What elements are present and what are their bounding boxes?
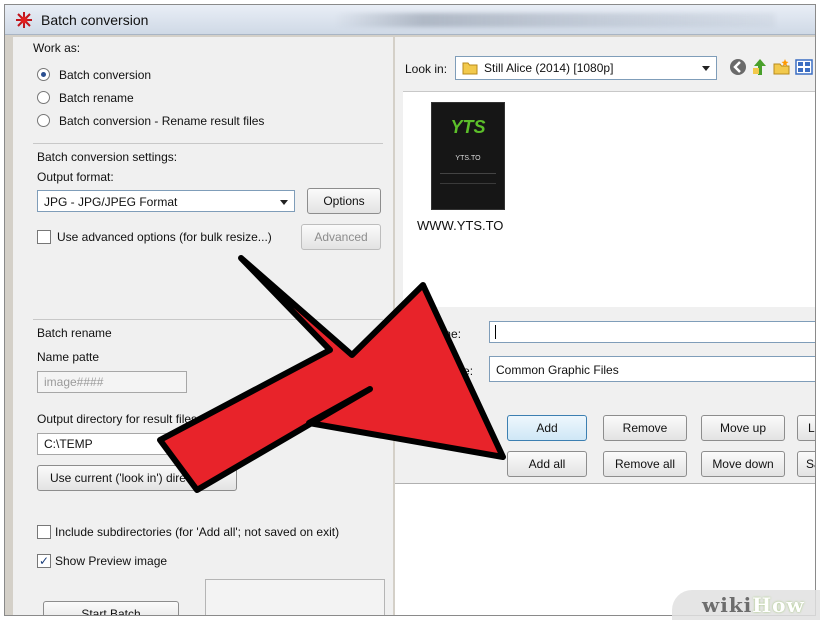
output-directory-label: Output directory for result files: bbox=[37, 412, 201, 426]
output-format-label: Output format: bbox=[37, 170, 114, 184]
file-name-label: File name: bbox=[405, 327, 462, 341]
options-button[interactable]: Options bbox=[307, 188, 381, 214]
files-of-type-label: Files of type: bbox=[405, 364, 474, 378]
yts-sub-label: YTS.TO bbox=[455, 155, 481, 162]
file-view-area[interactable]: YTS YTS.TO WWW.YTS.TO bbox=[403, 91, 815, 307]
file-thumbnail[interactable]: YTS YTS.TO bbox=[431, 102, 505, 210]
watermark-text: wikiHow bbox=[702, 593, 805, 617]
hidden-button[interactable] bbox=[421, 415, 481, 441]
files-of-type-value: Common Graphic Files bbox=[496, 363, 619, 377]
look-in-value: Still Alice (2014) [1080p] bbox=[484, 61, 614, 75]
view-menu-icon[interactable] bbox=[795, 58, 813, 76]
new-folder-icon[interactable] bbox=[773, 58, 791, 76]
add-all-button[interactable]: Add all bbox=[507, 451, 587, 477]
save-button[interactable]: Sav bbox=[797, 451, 815, 477]
window-title: Batch conversion bbox=[41, 12, 149, 28]
look-in-label: Look in: bbox=[405, 62, 448, 76]
show-preview-checkbox[interactable]: ✓ bbox=[37, 554, 51, 568]
name-pattern-input[interactable]: image#### bbox=[37, 371, 187, 393]
advanced-options-label: Use advanced options (for bulk resize...… bbox=[57, 230, 272, 244]
divider bbox=[33, 319, 383, 320]
folder-icon bbox=[462, 62, 478, 75]
thumb-line bbox=[440, 183, 496, 184]
divider bbox=[33, 143, 383, 144]
watermark-wiki: wiki bbox=[702, 593, 753, 617]
show-preview-label: Show Preview image bbox=[55, 554, 168, 568]
work-as-label: Work as: bbox=[33, 41, 81, 55]
file-item-name[interactable]: WWW.YTS.TO bbox=[417, 218, 503, 233]
preview-image-box bbox=[205, 579, 385, 615]
batch-conversion-window: Batch conversion Work as: Batch conversi… bbox=[4, 4, 816, 616]
back-icon[interactable] bbox=[729, 58, 747, 76]
files-of-type-select[interactable]: Common Graphic Files bbox=[489, 356, 815, 382]
text-cursor bbox=[495, 325, 496, 339]
chevron-down-icon bbox=[280, 200, 288, 205]
batch-rename-label: Batch rename bbox=[37, 326, 112, 340]
wikihow-watermark: wikiHow bbox=[672, 590, 820, 620]
remove-button[interactable]: Remove bbox=[603, 415, 687, 441]
use-current-directory-button[interactable]: Use current ('look in') direct bbox=[37, 465, 237, 491]
output-format-value: JPG - JPG/JPEG Format bbox=[44, 195, 178, 209]
app-logo-icon bbox=[16, 12, 32, 28]
start-batch-button[interactable]: Start Batch bbox=[43, 601, 179, 615]
output-format-select[interactable]: JPG - JPG/JPEG Format bbox=[37, 190, 295, 212]
radio-batch-conversion[interactable] bbox=[37, 68, 50, 81]
radio-batch-rename-label: Batch rename bbox=[59, 91, 134, 105]
file-browser-pane: Look in: Still Alice (2014) [1080p] YTS … bbox=[395, 37, 815, 615]
up-folder-icon[interactable] bbox=[751, 58, 769, 76]
file-name-input[interactable] bbox=[489, 321, 815, 343]
left-settings-pane: Work as: Batch conversion Batch rename B… bbox=[13, 37, 393, 615]
watermark-how: How bbox=[752, 593, 805, 617]
blurred-background bbox=[335, 13, 775, 27]
radio-batch-rename[interactable] bbox=[37, 91, 50, 104]
chevron-down-icon bbox=[702, 66, 710, 71]
output-directory-input[interactable]: C:\TEMP bbox=[37, 433, 237, 455]
move-down-button[interactable]: Move down bbox=[701, 451, 785, 477]
move-up-button[interactable]: Move up bbox=[701, 415, 785, 441]
radio-conversion-rename[interactable] bbox=[37, 114, 50, 127]
advanced-options-checkbox[interactable] bbox=[37, 230, 51, 244]
conversion-settings-label: Batch conversion settings: bbox=[37, 150, 178, 164]
add-button[interactable]: Add bbox=[507, 415, 587, 441]
include-subdirectories-label: Include subdirectories (for 'Add all'; n… bbox=[55, 525, 340, 539]
radio-batch-conversion-label: Batch conversion bbox=[59, 68, 152, 82]
name-pattern-label: Name patte bbox=[37, 350, 100, 364]
radio-conversion-rename-label: Batch conversion - Rename result files bbox=[59, 114, 265, 128]
title-bar: Batch conversion bbox=[5, 5, 815, 35]
yts-logo: YTS bbox=[450, 117, 486, 137]
load-button[interactable]: Lo bbox=[797, 415, 815, 441]
advanced-button[interactable]: Advanced bbox=[301, 224, 381, 250]
include-subdirectories-checkbox[interactable] bbox=[37, 525, 51, 539]
thumb-line bbox=[440, 173, 496, 174]
remove-all-button[interactable]: Remove all bbox=[603, 451, 687, 477]
look-in-select[interactable]: Still Alice (2014) [1080p] bbox=[455, 56, 717, 80]
